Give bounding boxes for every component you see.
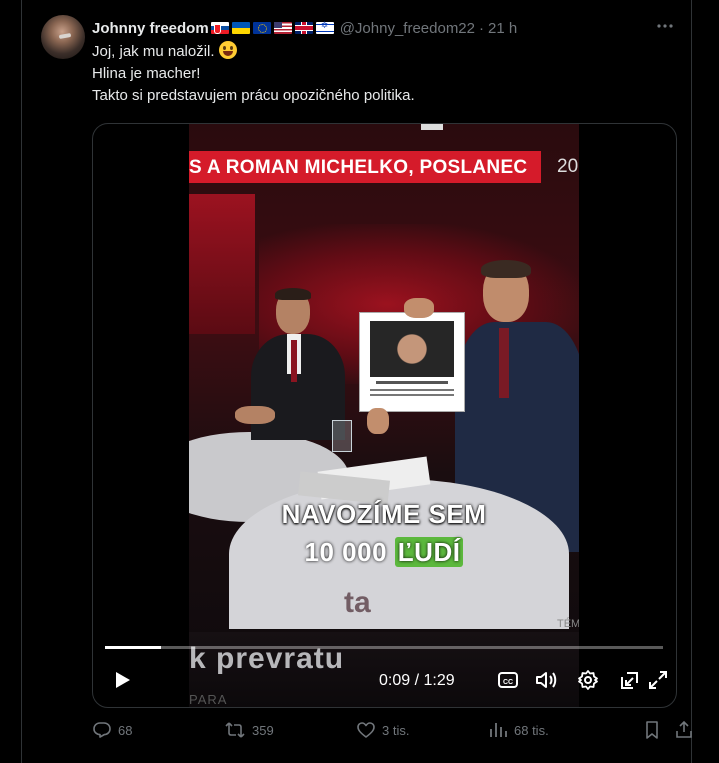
video-progress-bar[interactable] bbox=[105, 646, 663, 649]
usa-flag-icon bbox=[273, 22, 292, 34]
flag-emojis bbox=[210, 20, 334, 34]
subtitle-line-2: 10 000 ĽUDÍ bbox=[189, 537, 579, 568]
author-handle[interactable]: @Johny_freedom22 bbox=[340, 20, 475, 37]
author-name[interactable]: Johnny freedom bbox=[92, 20, 209, 37]
eu-flag-icon bbox=[252, 22, 271, 34]
share-icon bbox=[676, 720, 692, 738]
frame-top-mark bbox=[421, 124, 443, 130]
video-progress-fill bbox=[105, 646, 161, 649]
israel-flag-icon bbox=[315, 20, 334, 34]
settings-gear-icon[interactable] bbox=[575, 667, 601, 693]
tweet-line-2: Hlina je macher! bbox=[92, 65, 201, 82]
ticker-tag: TÉM bbox=[557, 618, 579, 630]
like-count: 3 tis. bbox=[382, 722, 410, 738]
svg-text:CC: CC bbox=[503, 679, 513, 686]
like-button[interactable]: 3 tis. bbox=[356, 720, 409, 740]
uk-flag-icon bbox=[294, 22, 313, 34]
tweet-line-1: Joj, jak mu naložil. bbox=[92, 43, 215, 60]
repost-count: 359 bbox=[252, 722, 274, 738]
heart-icon bbox=[357, 722, 375, 738]
play-icon[interactable] bbox=[109, 667, 135, 693]
pip-icon[interactable] bbox=[617, 667, 643, 693]
video-frame[interactable]: S A ROMAN MICHELKO, POSLANEC 20 ta TÉM N… bbox=[189, 124, 579, 707]
tweet-timestamp[interactable]: 21 h bbox=[488, 20, 517, 37]
reply-count: 68 bbox=[118, 722, 133, 738]
volume-icon[interactable] bbox=[533, 667, 559, 693]
tweet-article[interactable]: Johnny freedom @Johny_freedom22 · 21 h J… bbox=[21, 0, 692, 763]
seated-man-hands bbox=[235, 406, 275, 424]
slovakia-flag-icon bbox=[210, 22, 229, 34]
time-total: 1:29 bbox=[423, 672, 455, 689]
views-button[interactable]: 68 tis. bbox=[488, 720, 549, 740]
repost-button[interactable]: 359 bbox=[224, 720, 274, 740]
bookmark-icon bbox=[646, 721, 658, 739]
background-logo-mark: ta bbox=[344, 586, 371, 619]
captions-icon[interactable]: CC bbox=[495, 667, 521, 693]
reply-button[interactable]: 68 bbox=[92, 720, 132, 740]
avatar[interactable] bbox=[41, 15, 85, 59]
fullscreen-icon[interactable] bbox=[645, 667, 671, 693]
reply-icon bbox=[93, 722, 111, 738]
held-photo-sheet bbox=[359, 312, 465, 412]
video-timecode: 0:09 / 1:29 bbox=[379, 672, 455, 689]
time-current: 0:09 bbox=[379, 672, 411, 689]
tweet-line-3: Takto si predstavujem prácu opozičného p… bbox=[92, 87, 415, 104]
bookmark-button[interactable] bbox=[642, 720, 668, 740]
hand-bottom bbox=[367, 408, 389, 434]
views-count: 68 tis. bbox=[514, 722, 549, 738]
video-player[interactable]: S A ROMAN MICHELKO, POSLANEC 20 ta TÉM N… bbox=[92, 123, 677, 708]
water-glass bbox=[332, 420, 352, 452]
views-chart-icon bbox=[490, 723, 507, 737]
grinning-face-emoji-icon bbox=[218, 41, 237, 59]
subtitle-highlight: ĽUDÍ bbox=[394, 537, 464, 567]
news-lower-third: S A ROMAN MICHELKO, POSLANEC bbox=[189, 151, 541, 183]
more-options-icon[interactable] bbox=[655, 16, 675, 41]
separator-dot: · bbox=[479, 19, 484, 37]
studio-red-wall bbox=[189, 194, 255, 334]
lower-third-text: S A ROMAN MICHELKO, POSLANEC bbox=[189, 157, 528, 178]
lower-third-number: 20 bbox=[557, 156, 579, 177]
repost-icon bbox=[225, 722, 245, 738]
subtitle-line-1: NAVOZÍME SEM bbox=[281, 499, 487, 529]
hand-top bbox=[404, 298, 434, 318]
video-controls: 0:09 / 1:29 CC bbox=[93, 664, 676, 698]
subtitle-number: 10 000 bbox=[304, 537, 388, 567]
share-button[interactable] bbox=[674, 720, 700, 740]
tweet-actions: 68 359 3 tis. 68 tis. bbox=[92, 720, 692, 742]
tweet-text: Joj, jak mu naložil. Hlina je macher! Ta… bbox=[92, 41, 672, 107]
ukraine-flag-icon bbox=[231, 22, 250, 34]
tweet-header: Johnny freedom @Johny_freedom22 · 21 h bbox=[92, 17, 517, 39]
